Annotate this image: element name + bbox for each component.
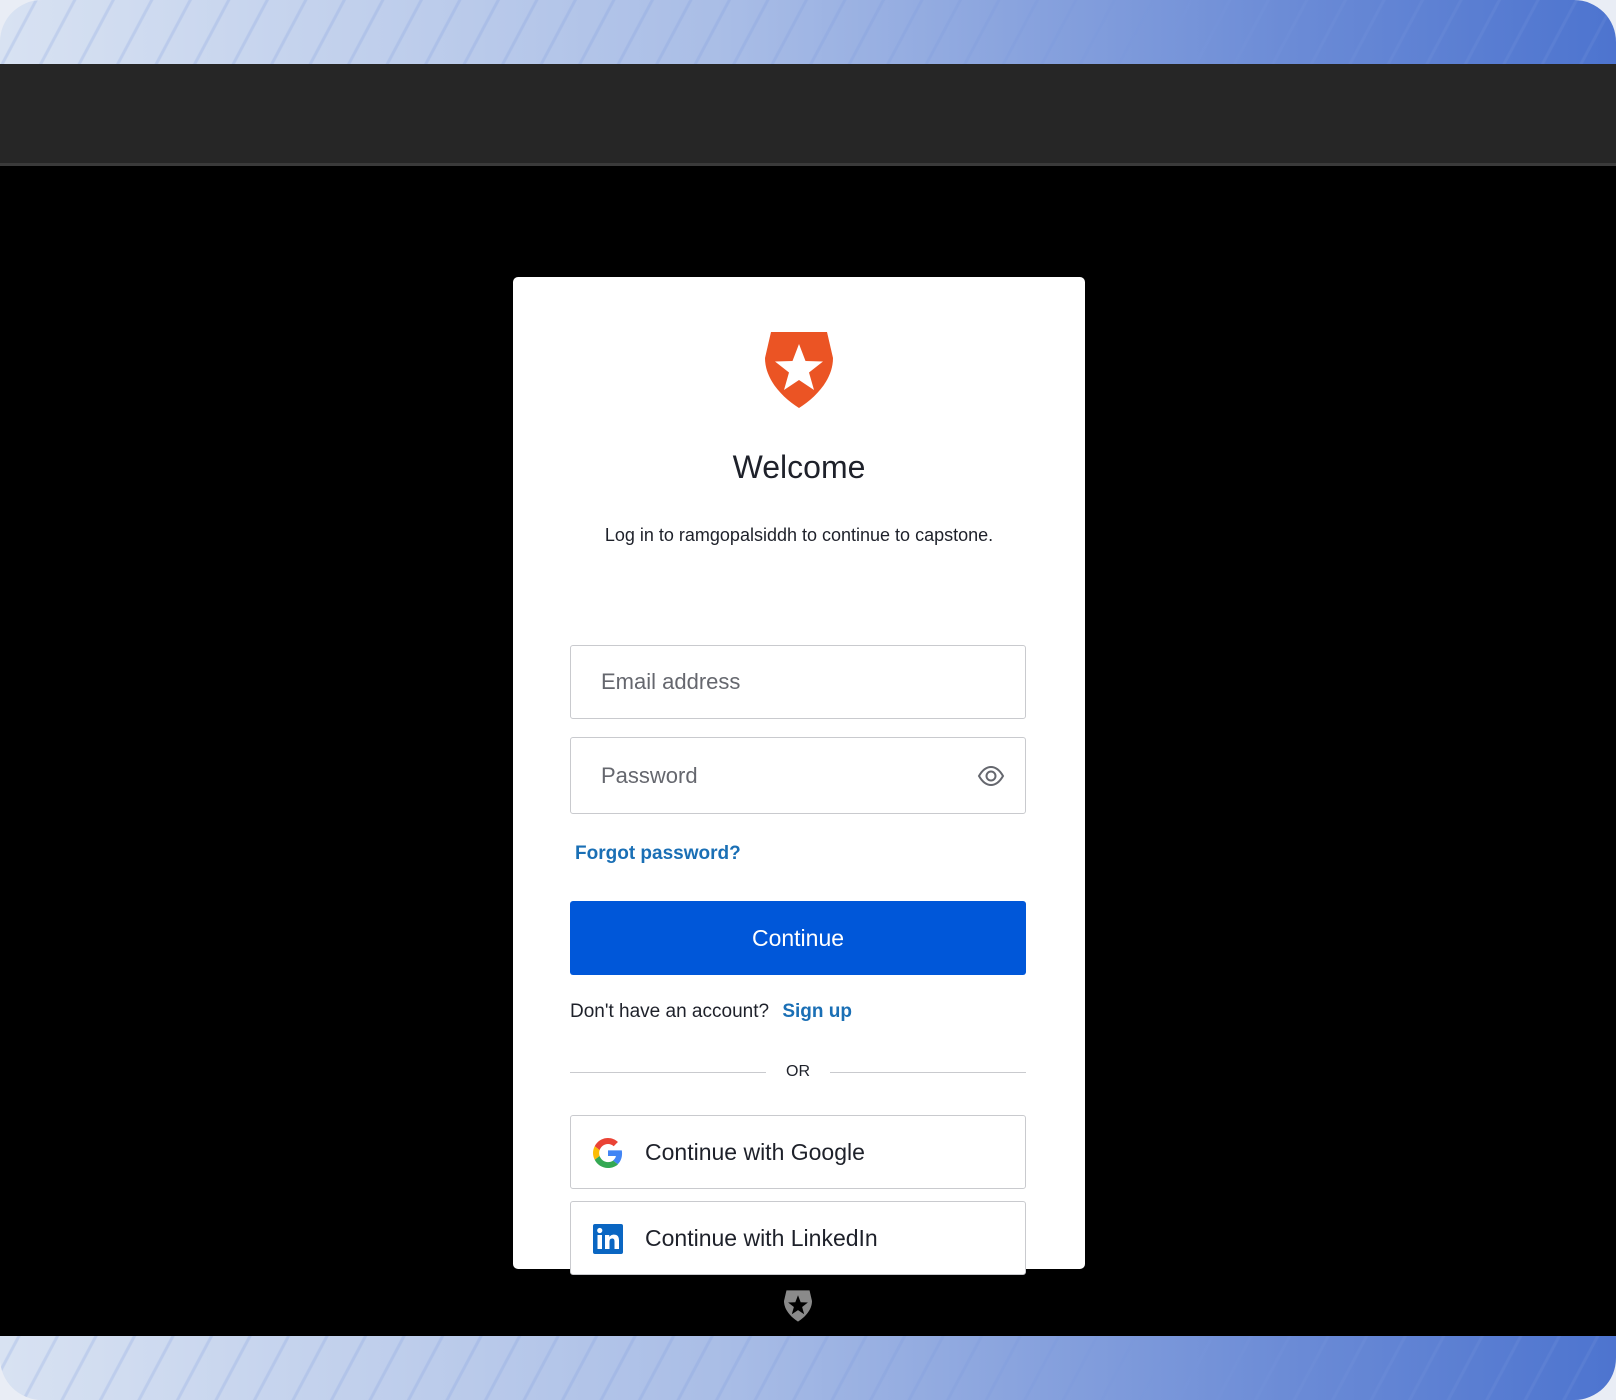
linkedin-icon [593,1224,623,1254]
signup-link[interactable]: Sign up [782,1001,852,1022]
login-card: Welcome Log in to ramgopalsiddh to conti… [513,277,1085,1275]
password-field[interactable] [570,737,1026,814]
browser-toolbar [0,64,1616,166]
forgot-password-link[interactable]: Forgot password? [575,843,741,865]
eye-icon[interactable] [977,764,1005,788]
auth0-footer-icon [784,1290,812,1322]
desktop-background: Welcome Log in to ramgopalsiddh to conti… [0,0,1616,1400]
or-divider: OR [570,1062,1026,1084]
google-icon [593,1138,623,1168]
google-button-label: Continue with Google [645,1139,865,1165]
continue-with-google-button[interactable]: Continue with Google [570,1115,1026,1189]
signup-prompt: Don't have an account? Sign up [570,1001,852,1023]
no-account-text: Don't have an account? [570,1001,770,1022]
continue-button[interactable]: Continue [570,901,1026,975]
divider-line-right [830,1072,1026,1073]
browser-window: Welcome Log in to ramgopalsiddh to conti… [0,64,1616,1336]
email-input[interactable] [601,646,961,718]
password-input[interactable] [601,738,961,813]
auth0-logo-icon [765,332,833,408]
page-subtitle: Log in to ramgopalsiddh to continue to c… [604,525,994,545]
email-field[interactable] [570,645,1026,719]
page-title: Welcome [732,449,866,485]
continue-with-linkedin-button[interactable]: Continue with LinkedIn [570,1201,1026,1275]
linkedin-button-label: Continue with LinkedIn [645,1225,878,1251]
